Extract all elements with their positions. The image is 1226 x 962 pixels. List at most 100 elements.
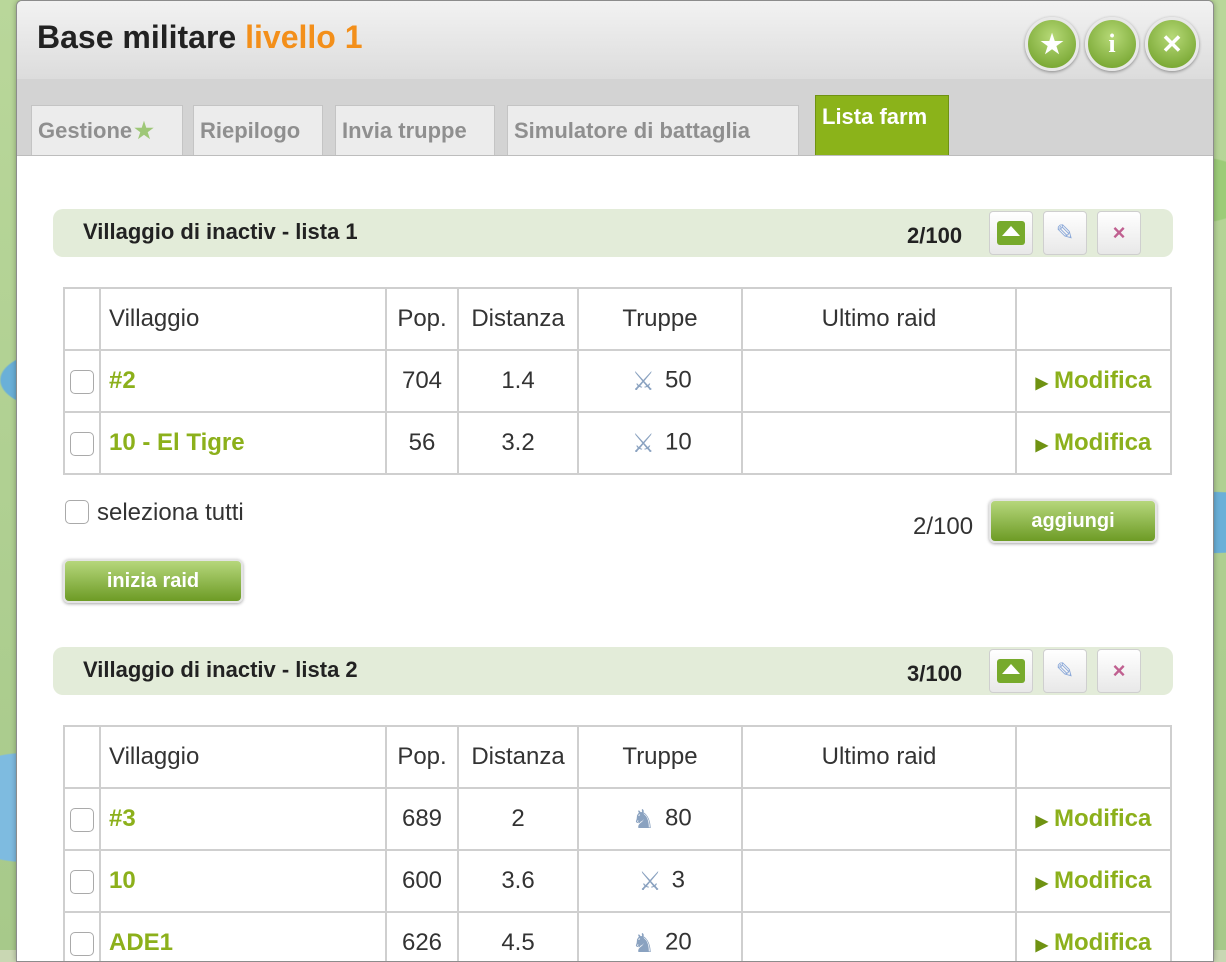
row-check-cell	[63, 349, 101, 413]
collapse-button[interactable]	[989, 649, 1033, 693]
table-row: 10 600 3.6 ⚔ 3 ▶ Modifica	[63, 849, 1172, 913]
edit-list-button[interactable]: ✎	[1043, 211, 1087, 255]
table-header-row: Villaggio Pop. Distanza Truppe Ultimo ra…	[63, 287, 1172, 351]
troop-count: 80	[664, 804, 692, 832]
tab-lista-farm[interactable]: Lista farm	[815, 95, 949, 155]
troop-count: 10	[664, 428, 692, 456]
row-checkbox[interactable]	[70, 431, 94, 456]
delete-icon: ×	[1112, 220, 1126, 245]
arrow-up-icon	[997, 221, 1025, 245]
table-row: ADE1 626 4.5 ♞ 20 ▶ Modifica	[63, 911, 1172, 961]
pop-cell: 689	[385, 787, 459, 851]
tab-label: Lista farm	[822, 104, 928, 129]
village-link[interactable]: #3	[109, 805, 136, 832]
col-pop[interactable]: Pop.	[385, 725, 459, 789]
arrow-right-icon: ▶	[1035, 813, 1048, 830]
modifica-link[interactable]: ▶ Modifica	[1036, 929, 1152, 956]
modifica-link[interactable]: ▶ Modifica	[1036, 805, 1152, 832]
modifica-label: Modifica	[1053, 867, 1152, 894]
row-checkbox[interactable]	[70, 807, 94, 832]
tab-label: Invia truppe	[342, 118, 467, 143]
troops-cell: ♞ 80	[577, 787, 743, 851]
modifica-link[interactable]: ▶ Modifica	[1036, 367, 1152, 394]
tab-label: Riepilogo	[200, 118, 301, 143]
title-bar: Base militare livello 1 ★ i ✕	[17, 1, 1213, 79]
row-check-cell	[63, 911, 101, 961]
tab-gestione[interactable]: Gestione★	[31, 105, 183, 155]
col-villaggio[interactable]: Villaggio	[99, 725, 387, 789]
village-link[interactable]: #2	[109, 367, 136, 394]
row-checkbox[interactable]	[70, 369, 94, 394]
horse-icon: ♞	[631, 928, 655, 958]
row-checkbox[interactable]	[70, 931, 94, 956]
header-action-cell	[1015, 725, 1172, 789]
distance-cell: 2	[457, 787, 579, 851]
info-glyph: i	[1108, 29, 1116, 58]
sword-icon: ⚔	[638, 866, 662, 896]
troop-count: 20	[664, 928, 692, 956]
table-row: 10 - El Tigre 56 3.2 ⚔ 10 ▶ Modifica	[63, 411, 1172, 475]
distance-cell: 4.5	[457, 911, 579, 961]
arrow-right-icon: ▶	[1035, 875, 1048, 892]
modifica-link[interactable]: ▶ Modifica	[1036, 429, 1152, 456]
col-distanza[interactable]: Distanza	[457, 725, 579, 789]
add-village-button[interactable]: aggiungi	[989, 499, 1157, 543]
pencil-icon: ✎	[1055, 220, 1075, 245]
troop-count: 3	[671, 866, 686, 894]
modifica-link[interactable]: ▶ Modifica	[1036, 867, 1152, 894]
col-ultimo-raid[interactable]: Ultimo raid	[741, 287, 1017, 351]
arrow-right-icon: ▶	[1035, 437, 1048, 454]
row-checkbox[interactable]	[70, 869, 94, 894]
distance-cell: 3.2	[457, 411, 579, 475]
col-ultimo-raid[interactable]: Ultimo raid	[741, 725, 1017, 789]
row-check-cell	[63, 849, 101, 913]
list-count: 2/100	[907, 223, 963, 248]
last-raid-cell	[741, 411, 1017, 475]
close-icon[interactable]: ✕	[1145, 17, 1199, 71]
col-distanza[interactable]: Distanza	[457, 287, 579, 351]
farm-list-header[interactable]: Villaggio di inactiv - lista 2 3/100 ✎ ×	[53, 647, 1173, 695]
arrow-right-icon: ▶	[1035, 937, 1048, 954]
arrow-up-icon	[997, 659, 1025, 683]
tab-riepilogo[interactable]: Riepilogo	[193, 105, 323, 155]
list-name: Villaggio di inactiv - lista 2	[83, 657, 358, 682]
village-link[interactable]: ADE1	[109, 929, 173, 956]
delete-list-button[interactable]: ×	[1097, 211, 1141, 255]
select-all-label[interactable]: seleziona tutti	[97, 499, 244, 527]
building-level: livello 1	[245, 19, 363, 55]
col-pop[interactable]: Pop.	[385, 287, 459, 351]
favorite-star-icon[interactable]: ★	[1025, 17, 1079, 71]
col-villaggio[interactable]: Villaggio	[99, 287, 387, 351]
footer-count: 2/100	[913, 513, 974, 540]
military-base-window: Base militare livello 1 ★ i ✕ Gestione★ …	[16, 0, 1214, 962]
village-link[interactable]: 10	[109, 867, 136, 894]
troops-cell: ♞ 20	[577, 911, 743, 961]
tab-simulatore[interactable]: Simulatore di battaglia	[507, 105, 799, 155]
farm-table: Villaggio Pop. Distanza Truppe Ultimo ra…	[63, 725, 1172, 961]
select-all-checkbox[interactable]	[65, 500, 89, 524]
delete-list-button[interactable]: ×	[1097, 649, 1141, 693]
tab-invia-truppe[interactable]: Invia truppe	[335, 105, 495, 155]
last-raid-cell	[741, 349, 1017, 413]
list-name: Villaggio di inactiv - lista 1	[83, 219, 358, 244]
table-row: #2 704 1.4 ⚔ 50 ▶ Modifica	[63, 349, 1172, 413]
collapse-button[interactable]	[989, 211, 1033, 255]
pop-cell: 56	[385, 411, 459, 475]
table-row: #3 689 2 ♞ 80 ▶ Modifica	[63, 787, 1172, 851]
header-check-cell	[63, 287, 101, 351]
distance-cell: 1.4	[457, 349, 579, 413]
window-title: Base militare livello 1	[37, 19, 363, 56]
start-raid-button[interactable]: inizia raid	[63, 559, 243, 603]
farm-list-header[interactable]: Villaggio di inactiv - lista 1 2/100 ✎ ×	[53, 209, 1173, 257]
troops-cell: ⚔ 3	[577, 849, 743, 913]
tab-label: Gestione	[38, 118, 133, 143]
info-icon[interactable]: i	[1085, 17, 1139, 71]
modifica-label: Modifica	[1053, 929, 1152, 956]
pop-cell: 600	[385, 849, 459, 913]
delete-icon: ×	[1112, 658, 1126, 683]
edit-list-button[interactable]: ✎	[1043, 649, 1087, 693]
tab-label: Simulatore di battaglia	[514, 118, 750, 143]
village-link[interactable]: 10 - El Tigre	[109, 429, 245, 456]
arrow-right-icon: ▶	[1035, 375, 1048, 392]
row-check-cell	[63, 411, 101, 475]
